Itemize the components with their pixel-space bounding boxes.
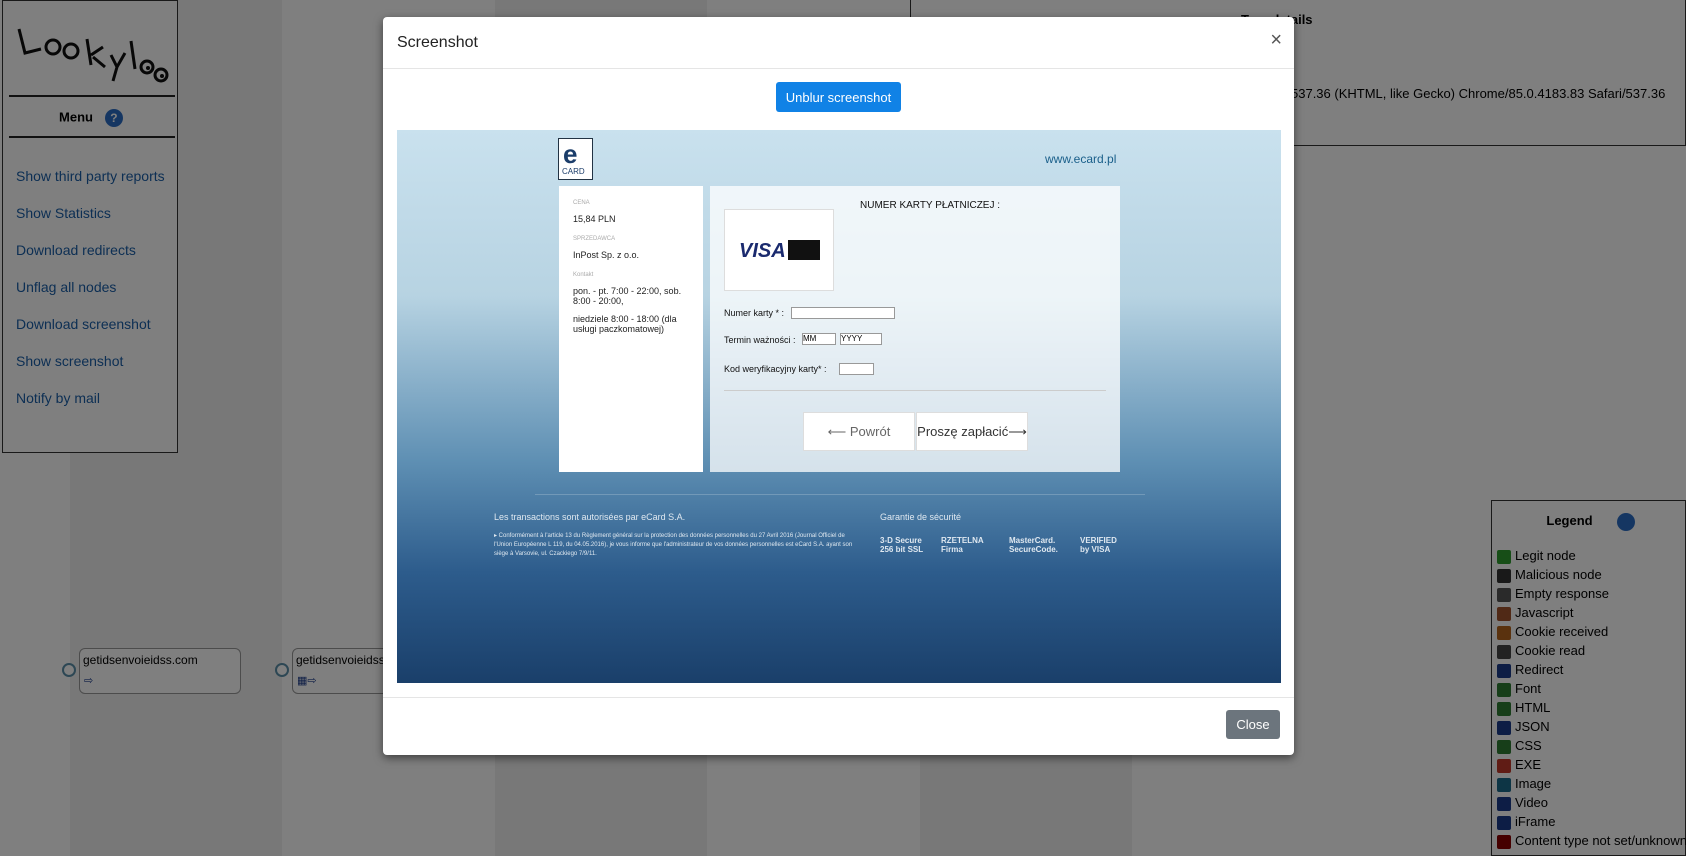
ecard-url: www.ecard.pl [1045,152,1117,166]
modal-title: Screenshot [397,34,478,51]
security-badge: VERIFIED by VISA [1080,536,1117,554]
security-badge: RZETELNA Firma [941,536,984,554]
footer-title: Les transactions sont autorisées par eCa… [494,512,686,522]
security-badge: MasterCard. SecureCode. [1009,536,1058,554]
card-number-title: NUMER KARTY PŁATNICZEJ : [860,200,1001,211]
card-number-field [791,307,895,319]
order-summary: CENA 15,84 PLN SPRZEDAWCA InPost Sp. z o… [559,186,703,472]
modal-divider [383,697,1294,698]
security-title: Garantie de sécurité [880,512,962,522]
card-form: VISA NUMER KARTY PŁATNICZEJ : Numer kart… [710,186,1120,472]
expiry-year-select: YYYY [840,333,882,345]
footer-text: ▸ Conformément à l'article 13 du Règleme… [494,533,853,557]
security-badge: 3-D Secure 256 bit SSL [880,536,924,554]
back-button: ⟵ Powrót [803,412,915,451]
mastercard-icon [788,240,820,260]
screenshot-modal: Screenshot × Unblur screenshot e CARD www… [383,17,1294,755]
card-brands-logo: VISA [724,209,834,291]
screenshot-image: e CARD www.ecard.pl CENA 15,84 PLN SPRZED… [397,130,1281,683]
unblur-button[interactable]: Unblur screenshot [776,82,901,112]
modal-divider [383,68,1294,69]
pay-button: Proszę zapłacić⟶ [916,412,1028,451]
close-button[interactable]: Close [1226,710,1280,739]
close-icon[interactable]: × [1270,29,1282,52]
ecard-logo: e CARD [558,138,593,180]
cvv-field [839,363,874,375]
expiry-month-select: MM [802,333,836,345]
